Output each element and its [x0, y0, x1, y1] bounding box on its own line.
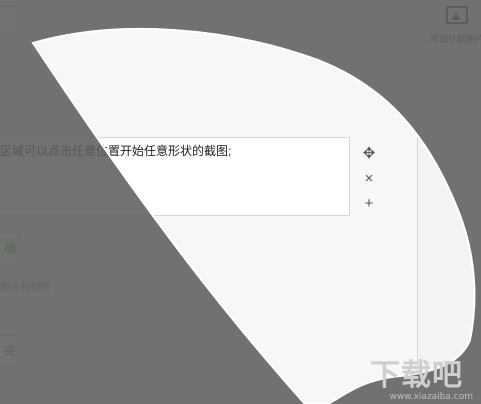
top-partial-button[interactable]	[0, 6, 19, 36]
finish-button-label: 完	[4, 344, 17, 358]
image-add-icon[interactable]	[446, 6, 468, 24]
watermark-logo: 下载吧	[370, 358, 463, 393]
right-sidebar: 添加计题图片	[417, 0, 481, 404]
text-input-panel[interactable]: 区域可以点击任意位置开始任意形状的截图;	[0, 137, 350, 216]
watermark-domain: www.xiazaiba.com	[389, 392, 473, 402]
hint-text: 图片到相册	[0, 282, 50, 293]
add-icon[interactable]: +	[359, 194, 379, 214]
insert-button[interactable]: 插	[0, 232, 19, 262]
insert-button-label: 插	[4, 241, 17, 255]
panel-tools: ✥ × +	[359, 144, 379, 219]
close-icon[interactable]: ×	[359, 169, 379, 189]
add-image-label[interactable]: 添加计题图片	[430, 32, 481, 45]
move-icon[interactable]: ✥	[359, 144, 379, 164]
crop-selection	[31, 27, 476, 404]
instruction-text: 区域可以点击任意位置开始任意形状的截图;	[0, 144, 232, 158]
finish-button[interactable]: 完	[0, 335, 19, 365]
